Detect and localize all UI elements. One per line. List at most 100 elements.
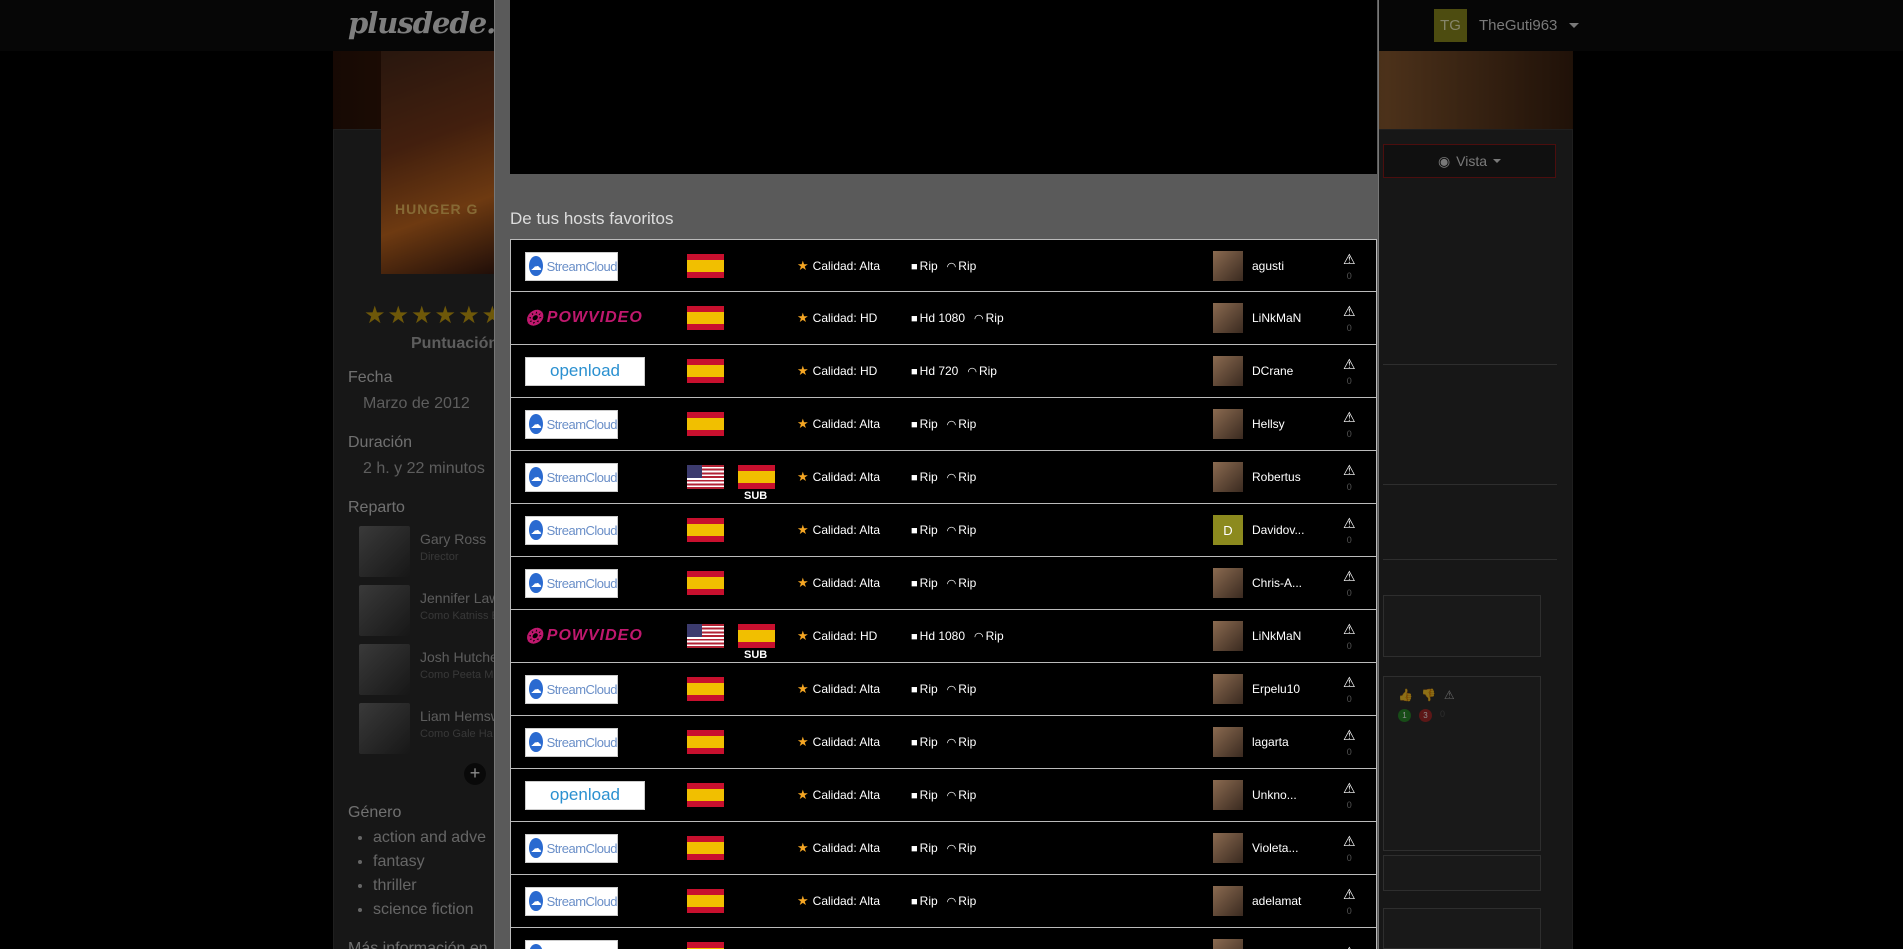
headphones-icon: ◠	[974, 631, 984, 643]
host-logo-powvideo[interactable]: ❂ POWVIDEO	[525, 304, 645, 333]
report-warning-icon[interactable]: ⚠	[1343, 886, 1356, 903]
flag-es-icon	[687, 889, 724, 913]
report-warning-icon[interactable]: ⚠	[1343, 621, 1356, 638]
link-row[interactable]: ☁StreamCloud★■◠⚠	[510, 928, 1377, 949]
link-row[interactable]: openload ★ Calidad: HD ■ Hd 720 ◠ Rip DCrane ⚠ 0	[510, 345, 1377, 398]
link-row[interactable]: ☁ StreamCloud ★ Calidad: Alta ■ Rip ◠ Rip adelam…	[510, 875, 1377, 928]
report-warning-icon[interactable]: ⚠	[1343, 780, 1356, 797]
report-warning-icon[interactable]: ⚠	[1343, 356, 1356, 373]
report-warning-icon[interactable]: ⚠	[1343, 833, 1356, 850]
headphones-icon: ◠	[946, 525, 957, 537]
link-row[interactable]: ☁ StreamCloud ★ Calidad: Alta ■ Rip ◠ Rip lagart…	[510, 716, 1377, 769]
host-logo-openload[interactable]: openload	[525, 780, 645, 810]
audio-quality: Rip	[985, 629, 1004, 643]
link-row[interactable]: ☁ StreamCloud ★ Calidad: Alta ■ Rip ◠ Rip Violet…	[510, 822, 1377, 875]
link-row[interactable]: ☁ StreamCloud SUB ★ Calidad: Alta ■ Rip ◠ Rip Rob…	[510, 451, 1377, 504]
video-quality: Rip	[919, 894, 938, 908]
report-warning-icon[interactable]: ⚠	[1343, 303, 1356, 320]
flag-es-icon	[687, 677, 724, 701]
uploader-name[interactable]: Davidov...	[1252, 523, 1304, 537]
uploader-name[interactable]: LiNkMaN	[1252, 629, 1301, 643]
quality-label: Calidad: Alta	[812, 682, 881, 696]
uploader-avatar[interactable]	[1213, 727, 1243, 757]
flag-es-icon	[687, 571, 724, 595]
host-logo-streamcloud[interactable]: ☁StreamCloud	[525, 833, 618, 863]
uploader-name[interactable]: Violeta...	[1252, 841, 1298, 855]
uploader-avatar[interactable]	[1213, 621, 1243, 651]
uploader-name[interactable]: DCrane	[1252, 364, 1293, 378]
link-row[interactable]: ☁ StreamCloud ★ Calidad: Alta ■ Rip ◠ Rip D David…	[510, 504, 1377, 557]
report-warning-icon[interactable]: ⚠	[1343, 251, 1356, 268]
host-logo-streamcloud[interactable]: ☁StreamCloud	[525, 515, 618, 545]
report-warning-icon[interactable]: ⚠	[1343, 727, 1356, 744]
host-logo-streamcloud[interactable]: ☁StreamCloud	[525, 674, 618, 704]
host-logo-streamcloud[interactable]: ☁StreamCloud	[525, 939, 618, 949]
video-camera-icon: ■	[911, 261, 918, 273]
uploader-name[interactable]: Robertus	[1252, 470, 1301, 484]
uploader-avatar[interactable]	[1213, 939, 1243, 949]
modal-backdrop-left[interactable]	[0, 51, 333, 949]
report-warning-icon[interactable]: ⚠	[1343, 409, 1356, 426]
flag-es-icon	[687, 412, 724, 436]
uploader-avatar[interactable]	[1213, 462, 1243, 492]
host-logo-streamcloud[interactable]: ☁StreamCloud	[525, 727, 618, 757]
uploader-name[interactable]: Erpelu10	[1252, 682, 1300, 696]
uploader-avatar[interactable]: D	[1213, 515, 1243, 545]
link-row[interactable]: openload ★ Calidad: Alta ■ Rip ◠ Rip Unkno... ⚠ 0	[510, 769, 1377, 822]
host-logo-streamcloud[interactable]: ☁StreamCloud	[525, 886, 618, 916]
uploader-avatar[interactable]	[1213, 886, 1243, 916]
uploader-avatar[interactable]	[1213, 833, 1243, 863]
flag-es-icon: SUB	[738, 465, 775, 502]
uploader-avatar[interactable]	[1213, 568, 1243, 598]
uploader-avatar[interactable]	[1213, 674, 1243, 704]
uploader-name[interactable]: Chris-A...	[1252, 576, 1302, 590]
uploader-avatar[interactable]	[1213, 356, 1243, 386]
quality-label: Calidad: Alta	[812, 788, 881, 802]
uploader-avatar[interactable]	[1213, 409, 1243, 439]
uploader-avatar[interactable]	[1213, 780, 1243, 810]
video-camera-icon: ■	[911, 419, 918, 431]
star-icon: ★	[797, 787, 809, 802]
uploader-name[interactable]: Hellsy	[1252, 417, 1285, 431]
report-warning-icon[interactable]: ⚠	[1343, 944, 1356, 949]
report-warning-icon[interactable]: ⚠	[1343, 674, 1356, 691]
quality-label: Calidad: Alta	[812, 523, 881, 537]
flag-es-icon	[687, 836, 724, 860]
audio-quality: Rip	[958, 788, 977, 802]
host-logo-streamcloud[interactable]: ☁StreamCloud	[525, 409, 618, 439]
link-row[interactable]: ❂ POWVIDEO SUB ★ Calidad: HD ■ Hd 1080 ◠ Rip LiNk…	[510, 610, 1377, 663]
video-camera-icon: ■	[911, 684, 918, 696]
report-warning-icon[interactable]: ⚠	[1343, 462, 1356, 479]
host-logo-streamcloud[interactable]: ☁StreamCloud	[525, 251, 618, 281]
host-name: StreamCloud	[546, 469, 618, 485]
report-count: 0	[1346, 271, 1352, 281]
link-row[interactable]: ❂ POWVIDEO ★ Calidad: HD ■ Hd 1080 ◠ Rip LiNkMaN…	[510, 292, 1377, 345]
uploader-name[interactable]: LiNkMaN	[1252, 311, 1301, 325]
link-row[interactable]: ☁ StreamCloud ★ Calidad: Alta ■ Rip ◠ Rip Hellsy…	[510, 398, 1377, 451]
uploader-name[interactable]: lagarta	[1252, 735, 1289, 749]
host-name: openload	[550, 361, 620, 380]
report-warning-icon[interactable]: ⚠	[1343, 515, 1356, 532]
uploader-name[interactable]: adelamat	[1252, 894, 1301, 908]
video-player[interactable]	[510, 0, 1377, 174]
uploader-name[interactable]: Unkno...	[1252, 788, 1297, 802]
cloud-icon: ☁	[529, 944, 543, 949]
quality-label: Calidad: Alta	[812, 470, 881, 484]
uploader-avatar[interactable]	[1213, 251, 1243, 281]
host-logo-openload[interactable]: openload	[525, 356, 645, 386]
video-quality: Rip	[919, 470, 938, 484]
host-logo-streamcloud[interactable]: ☁StreamCloud	[525, 462, 618, 492]
link-row[interactable]: ☁ StreamCloud ★ Calidad: Alta ■ Rip ◠ Rip Erpelu…	[510, 663, 1377, 716]
subtitle-badge: SUB	[744, 649, 768, 661]
host-logo-streamcloud[interactable]: ☁StreamCloud	[525, 568, 618, 598]
uploader-avatar[interactable]	[1213, 303, 1243, 333]
link-row[interactable]: ☁ StreamCloud ★ Calidad: Alta ■ Rip ◠ Rip Chris-…	[510, 557, 1377, 610]
uploader-name[interactable]: agusti	[1252, 259, 1284, 273]
host-logo-powvideo[interactable]: ❂ POWVIDEO	[525, 622, 645, 651]
video-quality: Hd 1080	[919, 311, 966, 325]
quality-label: Calidad: Alta	[812, 735, 881, 749]
link-row[interactable]: ☁ StreamCloud ★ Calidad: Alta ■ Rip ◠ Rip agusti…	[510, 239, 1377, 292]
modal-backdrop-right[interactable]	[1573, 51, 1903, 949]
audio-quality: Rip	[978, 364, 997, 378]
report-warning-icon[interactable]: ⚠	[1343, 568, 1356, 585]
